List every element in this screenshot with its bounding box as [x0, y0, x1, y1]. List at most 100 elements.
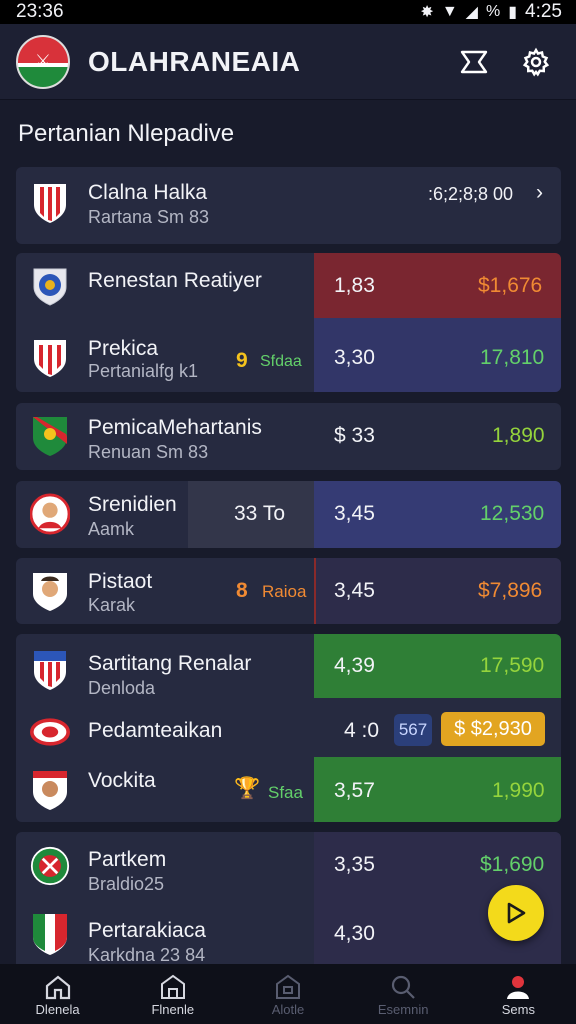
team-sub: Denloda [88, 678, 156, 698]
nav-label: Dlenela [35, 1001, 80, 1017]
house-outline-icon [275, 974, 300, 999]
crossed-flags-button[interactable] [450, 38, 498, 86]
play-button[interactable] [488, 885, 544, 941]
team-crest-icon [30, 710, 70, 754]
live-score: 33 To [234, 502, 285, 525]
odds-value[interactable]: 3,30 [334, 346, 375, 370]
app-title: OLAHRANEAIA [88, 45, 301, 77]
nav-item-search[interactable]: Esemnin [353, 972, 453, 1017]
match-tag: Sfdaa [260, 353, 302, 370]
app-logo: ⚔ [16, 34, 70, 89]
profile-icon [507, 975, 530, 999]
team-crest-icon [30, 336, 70, 380]
team-sub: Karak [88, 595, 136, 615]
match-card[interactable]: PemicaMehartanis Renuan Sm 83 $ 33 1,890 [16, 403, 561, 470]
nav-item-profile[interactable]: Sems [468, 972, 568, 1017]
odds-value[interactable]: 3,45 [334, 579, 375, 603]
odds-value[interactable]: 1,83 [334, 274, 375, 298]
team-crest-icon [30, 648, 70, 692]
match-row[interactable]: Pedamteaikan 4 :0 567 $ $2,930 [16, 700, 561, 756]
player-avatar-icon [30, 768, 70, 812]
team-sub: Aamk [88, 519, 135, 539]
match-tag: Sfaa [268, 783, 303, 802]
trophy-icon: 9 [236, 349, 248, 372]
featured-team-sub: Rartana Sm 83 [88, 207, 210, 227]
odds-value[interactable]: 3,57 [334, 779, 375, 803]
team-name: Srenidien [88, 493, 177, 516]
app-logo-mark: ⚔ [34, 51, 52, 71]
amount-value[interactable]: $1,690 [480, 853, 544, 877]
team-sub: Karkdna 23 84 [88, 945, 206, 964]
featured-team-name: Clalna Halka [88, 181, 208, 204]
odds-value[interactable]: 4,30 [334, 922, 375, 946]
team-crest-icon [30, 414, 70, 458]
team-sub: Braldio25 [88, 874, 165, 894]
odds-value[interactable]: 3,35 [334, 853, 375, 877]
badge-blue[interactable]: 567 [394, 714, 432, 746]
match-row[interactable]: Partkem Braldio25 3,35 $1,690 [16, 832, 561, 898]
crossed-flags-icon [460, 50, 488, 73]
nav-label: Sems [501, 1001, 535, 1017]
match-group-card: Partkem Braldio25 3,35 $1,690 Pertarakia… [16, 832, 561, 964]
wifi-icon: ▼ [441, 3, 458, 20]
match-row[interactable]: Pertarakiaca Karkdna 23 84 4,30 [16, 902, 561, 964]
settings-button[interactable] [512, 38, 560, 86]
amount-value[interactable]: 12,530 [480, 502, 544, 526]
match-row[interactable]: Renestan Reatiyer 1,83 $1,676 [16, 253, 561, 319]
featured-match-card[interactable]: Clalna Halka Rartana Sm 83 :6;2;8;8 00 › [16, 167, 561, 244]
amount-value[interactable]: 1,990 [492, 779, 545, 803]
trophy-icon: 8 [236, 579, 248, 602]
match-group-card: Renestan Reatiyer 1,83 $1,676 Prekica Pe… [16, 253, 561, 392]
notification-icon: ✸ [420, 4, 434, 21]
trophy-icon: 🏆 [234, 777, 261, 800]
match-tag: Raioa [262, 582, 307, 601]
play-icon [507, 902, 526, 924]
player-avatar-icon [30, 492, 70, 536]
odds-value[interactable]: $ 33 [334, 424, 375, 448]
amount-value[interactable]: 17,590 [480, 654, 544, 678]
nav-label: Flnenle [151, 1001, 195, 1017]
home-icon [45, 975, 70, 999]
amount-value[interactable]: 17,810 [480, 346, 544, 370]
amount-value[interactable]: $1,676 [478, 274, 542, 298]
badge-gold[interactable]: $ $2,930 [441, 712, 545, 746]
app-bar: ⚔ OLAHRANEAIA [0, 24, 576, 100]
match-group-card: Sartitang Renalar Denloda 4,39 17,590 Pe… [16, 634, 561, 822]
odds-value[interactable]: 4 :0 [344, 719, 379, 743]
match-card[interactable]: Srenidien Aamk 33 To 3,45 12,530 [16, 481, 561, 548]
team-name: Renestan Reatiyer [88, 269, 262, 292]
player-avatar-icon [30, 569, 70, 613]
nav-item-home[interactable]: Dlenela [8, 972, 108, 1017]
team-name: PemicaMehartanis [88, 416, 262, 439]
nav-item-house-outline[interactable]: Alotle [238, 972, 338, 1017]
team-name: Sartitang Renalar [88, 652, 252, 675]
section-title: Pertanian Nlepadive [18, 120, 235, 147]
team-name: Pedamteaikan [88, 719, 223, 742]
team-crest-icon [30, 912, 70, 956]
chevron-right-icon[interactable]: › [536, 181, 543, 205]
battery-icon: ▮ [508, 4, 518, 21]
odds-value[interactable]: 4,39 [334, 654, 375, 678]
team-name: Vockita [88, 769, 156, 792]
signal-icon: ◢ [465, 4, 478, 21]
nav-item-house[interactable]: Flnenle [123, 972, 223, 1017]
match-row[interactable]: Prekica Pertanialfg k1 9 Sfdaa 3,30 17,8… [16, 325, 561, 391]
status-clock: 4:25 [525, 1, 562, 22]
team-name: Prekica [88, 337, 159, 360]
match-row[interactable]: Sartitang Renalar Denloda 4,39 17,590 [16, 634, 561, 700]
team-name: Partkem [88, 848, 167, 871]
search-icon [392, 975, 415, 999]
house-icon [160, 974, 185, 999]
team-name: Pertarakiaca [88, 919, 206, 942]
amount-value[interactable]: $7,896 [478, 579, 542, 603]
team-sub: Pertanialfg k1 [88, 361, 199, 381]
match-row[interactable]: Vockita 🏆 Sfaa 3,57 1,990 [16, 757, 561, 822]
team-crest-icon [30, 181, 70, 225]
bottom-navigation: Dlenela Flnenle Alotle Esemnin Sems [0, 964, 576, 1024]
amount-value[interactable]: 1,890 [492, 424, 545, 448]
battery-percent: % [485, 3, 501, 20]
nav-label: Esemnin [377, 1001, 429, 1017]
odds-value[interactable]: 3,45 [334, 502, 375, 526]
match-card[interactable]: Pistaot Karak 8 Raioa 3,45 $7,896 [16, 558, 561, 624]
featured-value: :6;2;8;8 00 [428, 184, 514, 204]
